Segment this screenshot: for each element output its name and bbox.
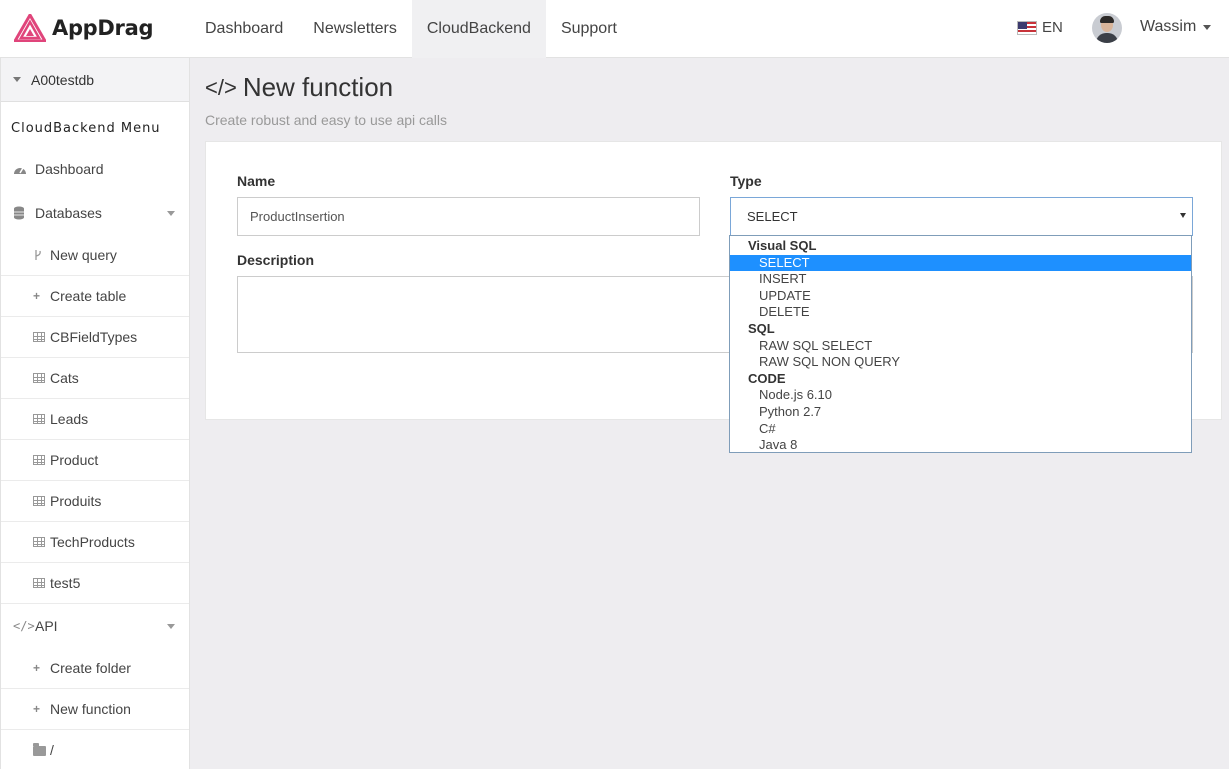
option-raw-sql-select[interactable]: RAW SQL SELECT xyxy=(730,338,1191,355)
sidebar-item-label: Leads xyxy=(50,411,89,427)
sidebar-item-create-table[interactable]: + Create table xyxy=(1,276,189,317)
table-icon xyxy=(33,578,45,588)
option-python[interactable]: Python 2.7 xyxy=(730,404,1191,421)
sidebar-item-label: API xyxy=(35,618,58,634)
top-navbar: AppDrag Dashboard Newsletters CloudBacke… xyxy=(0,0,1229,58)
plus-icon: + xyxy=(33,702,41,716)
sidebar-item-label: test5 xyxy=(50,575,81,591)
language-selector[interactable]: EN xyxy=(1017,19,1063,36)
option-group-visual-sql: Visual SQL xyxy=(748,238,817,253)
nav-support[interactable]: Support xyxy=(546,0,632,58)
table-icon xyxy=(33,414,45,424)
sidebar-item-new-query[interactable]: New query xyxy=(1,235,189,276)
page-title: </> New function xyxy=(205,72,393,103)
avatar[interactable] xyxy=(1092,13,1122,43)
type-selected-value: SELECT xyxy=(747,209,798,224)
user-name: Wassim xyxy=(1140,18,1197,35)
us-flag-icon xyxy=(1017,20,1037,35)
option-raw-sql-non-query[interactable]: RAW SQL NON QUERY xyxy=(730,354,1191,371)
sidebar-item-label: Product xyxy=(50,452,99,468)
option-insert[interactable]: INSERT xyxy=(730,271,1191,288)
language-label: EN xyxy=(1042,19,1063,36)
sidebar-item-label: Cats xyxy=(50,370,79,386)
sidebar-item-table-techproducts[interactable]: TechProducts xyxy=(1,522,189,563)
sidebar-item-label: Dashboard xyxy=(35,161,104,177)
option-group-sql: SQL xyxy=(748,320,775,336)
sidebar-item-label: Databases xyxy=(35,205,102,221)
sidebar-item-dashboard[interactable]: Dashboard xyxy=(1,147,189,191)
folder-icon xyxy=(33,743,46,756)
nav-newsletters[interactable]: Newsletters xyxy=(298,0,412,58)
option-select[interactable]: SELECT xyxy=(730,254,1191,272)
main-nav: Dashboard Newsletters CloudBackend Suppo… xyxy=(190,0,632,58)
nav-dashboard[interactable]: Dashboard xyxy=(190,0,298,58)
option-csharp[interactable]: C# xyxy=(730,421,1191,438)
menu-title: CloudBackend Menu xyxy=(11,121,161,136)
sidebar-item-table-produits[interactable]: Produits xyxy=(1,481,189,522)
option-update[interactable]: UPDATE xyxy=(730,288,1191,305)
sidebar-item-label: Produits xyxy=(50,493,102,509)
sidebar-item-table-test5[interactable]: test5 xyxy=(1,563,189,604)
chevron-down-icon xyxy=(1203,24,1212,30)
logo-triangle-icon xyxy=(14,14,46,42)
option-group-code: CODE xyxy=(748,370,786,386)
sidebar: A00testdb CloudBackend Menu Dashboard Da… xyxy=(0,58,190,769)
page-title-text: New function xyxy=(242,72,394,102)
sidebar-item-new-function[interactable]: + New function xyxy=(1,689,189,730)
description-label: Description xyxy=(237,252,315,268)
plus-icon: + xyxy=(33,661,41,675)
name-label: Name xyxy=(237,173,276,189)
appdrag-logo[interactable]: AppDrag xyxy=(14,12,154,44)
user-menu[interactable]: Wassim xyxy=(1140,18,1212,36)
name-input[interactable]: ProductInsertion xyxy=(237,197,700,236)
code-icon: </> xyxy=(205,74,237,100)
sidebar-item-label: Create table xyxy=(50,288,127,304)
sidebar-item-api[interactable]: </> API xyxy=(1,604,189,648)
plus-icon: + xyxy=(33,289,41,303)
database-icon xyxy=(13,206,29,220)
page-subtitle: Create robust and easy to use api calls xyxy=(205,112,448,128)
sidebar-item-label: New query xyxy=(50,247,117,263)
sidebar-item-label: Create folder xyxy=(50,660,131,676)
chevron-down-icon xyxy=(167,211,175,216)
sidebar-item-label: TechProducts xyxy=(50,534,135,550)
sidebar-item-databases[interactable]: Databases xyxy=(1,191,189,235)
option-nodejs[interactable]: Node.js 6.10 xyxy=(730,387,1191,404)
sidebar-item-create-folder[interactable]: + Create folder xyxy=(1,648,189,689)
sidebar-item-table-leads[interactable]: Leads xyxy=(1,399,189,440)
table-icon xyxy=(33,496,45,506)
table-icon xyxy=(33,537,45,547)
sidebar-item-table-product[interactable]: Product xyxy=(1,440,189,481)
type-select[interactable]: SELECT xyxy=(730,197,1193,236)
chevron-down-icon xyxy=(167,624,175,629)
dropdown-arrow-icon xyxy=(1180,213,1186,218)
table-icon xyxy=(33,455,45,465)
sidebar-item-table-cats[interactable]: Cats xyxy=(1,358,189,399)
type-dropdown-list: Visual SQL SELECT INSERT UPDATE DELETE S… xyxy=(729,235,1192,453)
code-icon: </> xyxy=(13,619,35,633)
chevron-down-icon xyxy=(13,77,21,82)
nav-cloudbackend[interactable]: CloudBackend xyxy=(411,0,546,58)
sidebar-item-table-cbfieldtypes[interactable]: CBFieldTypes xyxy=(1,317,189,358)
type-label: Type xyxy=(730,173,762,189)
option-java[interactable]: Java 8 xyxy=(730,437,1191,454)
table-icon xyxy=(33,332,45,342)
table-icon xyxy=(33,373,45,383)
sidebar-item-root-folder[interactable]: / xyxy=(1,730,189,769)
sidebar-item-label: / xyxy=(50,742,54,758)
option-delete[interactable]: DELETE xyxy=(730,304,1191,321)
database-selector[interactable]: A00testdb xyxy=(1,58,189,102)
database-name: A00testdb xyxy=(31,71,95,88)
sidebar-item-label: New function xyxy=(50,701,131,717)
sidebar-item-label: CBFieldTypes xyxy=(50,329,138,345)
dashboard-gauge-icon xyxy=(13,163,29,175)
branch-icon xyxy=(33,249,47,261)
logo-text: AppDrag xyxy=(52,16,154,40)
